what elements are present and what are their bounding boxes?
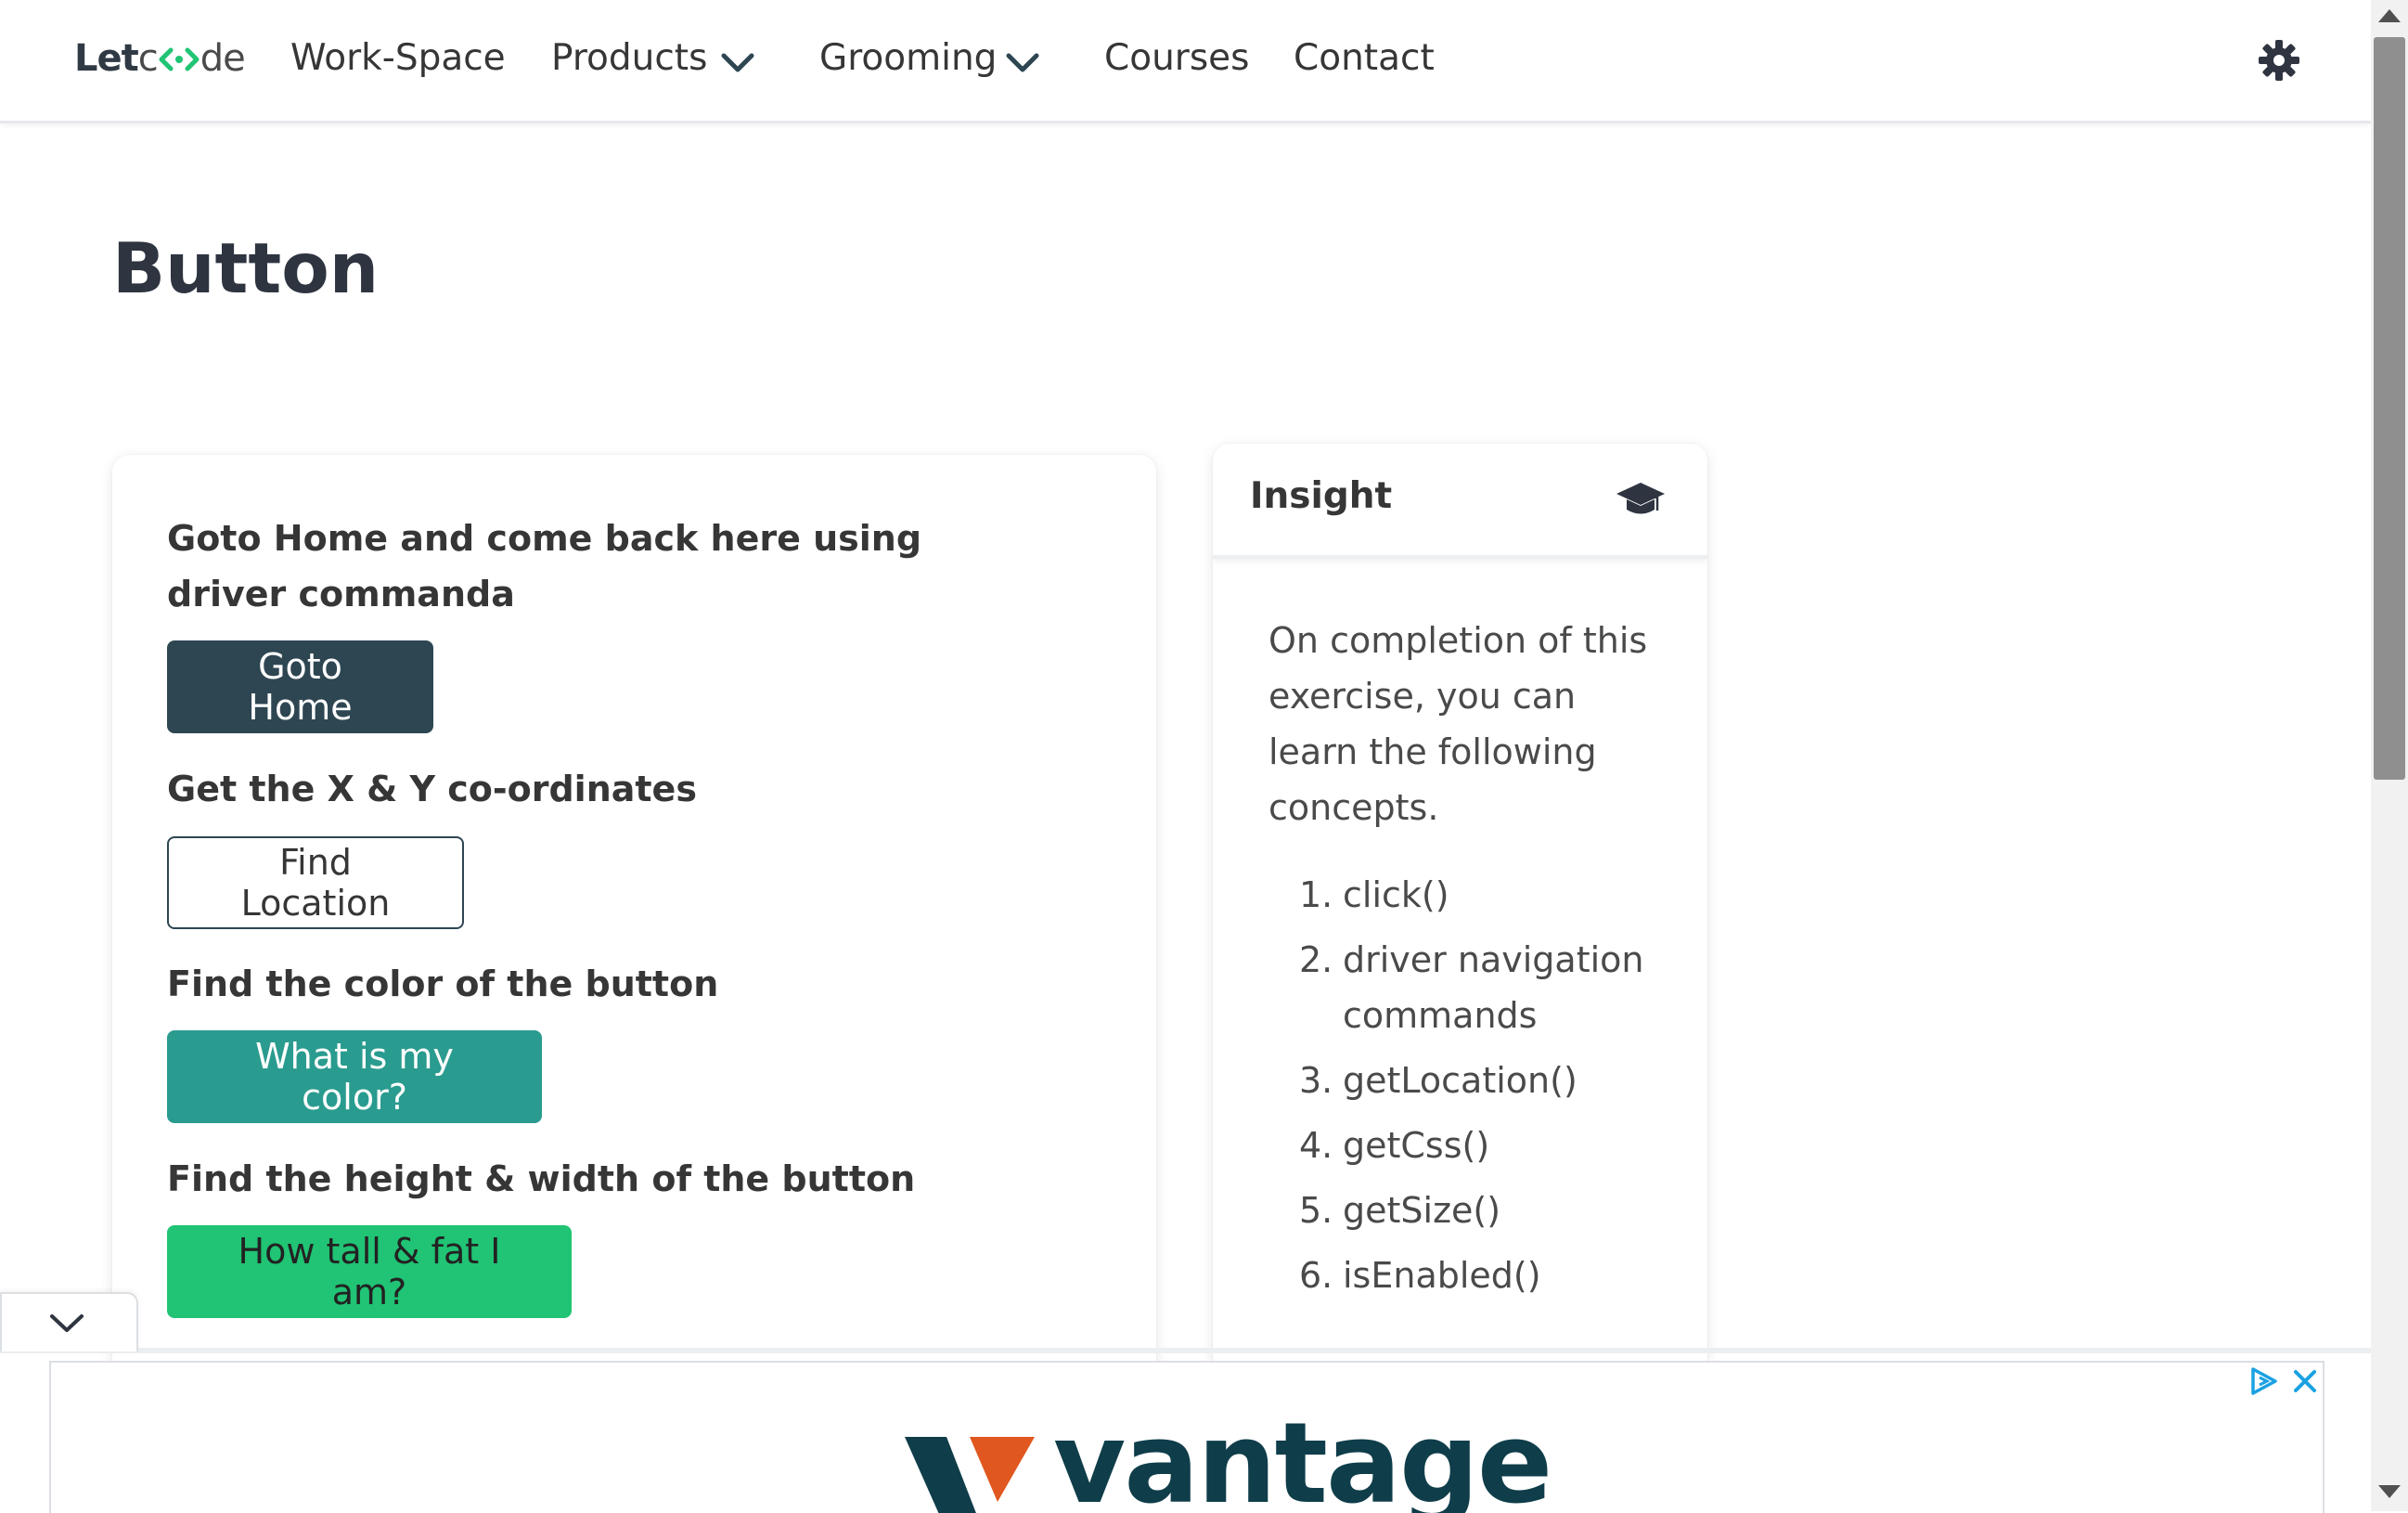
scroll-up-arrow-icon[interactable] bbox=[2378, 9, 2401, 22]
nav-grooming[interactable]: Grooming bbox=[819, 37, 997, 79]
insight-concepts-list: 1. click() 2. driver navigation commands 3… bbox=[1299, 867, 1670, 1313]
list-item: 1. click() bbox=[1299, 874, 1449, 915]
advertisement-banner[interactable]: vantage bbox=[49, 1361, 2324, 1513]
list-item: 4. getCss() bbox=[1299, 1125, 1490, 1166]
what-is-my-color-button[interactable]: What is my color? bbox=[167, 1030, 542, 1123]
chevron-down-icon[interactable] bbox=[720, 52, 755, 74]
question-size: Find the height & width of the button bbox=[167, 1158, 916, 1199]
ad-collapse-toggle[interactable] bbox=[0, 1292, 138, 1351]
ad-choices-icon[interactable] bbox=[2247, 1366, 2281, 1396]
how-tall-fat-button[interactable]: How tall & fat I am? bbox=[167, 1225, 572, 1318]
scrollbar-thumb[interactable] bbox=[2374, 37, 2405, 780]
question-coordinates: Get the X & Y co-ordinates bbox=[167, 769, 697, 809]
insight-title: Insight bbox=[1250, 475, 1393, 517]
list-item: 3. getLocation() bbox=[1299, 1060, 1577, 1101]
code-brackets-icon bbox=[159, 47, 200, 71]
brand-logo-prefix: Let bbox=[74, 37, 139, 80]
question-goto-home: Goto Home and come back here using drive… bbox=[167, 518, 922, 614]
ad-brand-text: vantage bbox=[1053, 1400, 1552, 1513]
nav-products[interactable]: Products bbox=[551, 37, 707, 79]
goto-home-button[interactable]: Goto Home bbox=[167, 640, 433, 733]
question-color: Find the color of the button bbox=[167, 963, 719, 1004]
chevron-down-icon[interactable] bbox=[1005, 52, 1040, 74]
graduation-cap-icon bbox=[1616, 483, 1665, 514]
nav-courses[interactable]: Courses bbox=[1104, 37, 1249, 79]
nav-workspace[interactable]: Work-Space bbox=[290, 37, 506, 79]
scroll-down-arrow-icon[interactable] bbox=[2378, 1485, 2401, 1498]
top-navbar: Letc de Work-Space Products Grooming Cou… bbox=[0, 0, 2371, 123]
list-item: 5. getSize() bbox=[1299, 1190, 1501, 1231]
chevron-down-icon[interactable] bbox=[48, 1313, 85, 1335]
brand-logo-suffix: de bbox=[200, 37, 246, 80]
nav-contact[interactable]: Contact bbox=[1294, 37, 1435, 79]
gear-icon[interactable] bbox=[2258, 39, 2300, 82]
ad-divider bbox=[0, 1348, 2371, 1353]
find-location-button[interactable]: Find Location bbox=[167, 836, 464, 929]
vantage-logo bbox=[905, 1437, 1035, 1513]
list-item: 6. isEnabled() bbox=[1299, 1255, 1541, 1296]
page-title: Button bbox=[112, 227, 380, 309]
list-item: 2. driver navigation commands bbox=[1299, 939, 1644, 1036]
brand-logo[interactable]: Letc de bbox=[74, 37, 246, 80]
close-icon[interactable] bbox=[2292, 1368, 2318, 1394]
insight-intro: On completion of this exercise, you can … bbox=[1268, 620, 1648, 828]
insight-header: Insight bbox=[1213, 444, 1707, 559]
